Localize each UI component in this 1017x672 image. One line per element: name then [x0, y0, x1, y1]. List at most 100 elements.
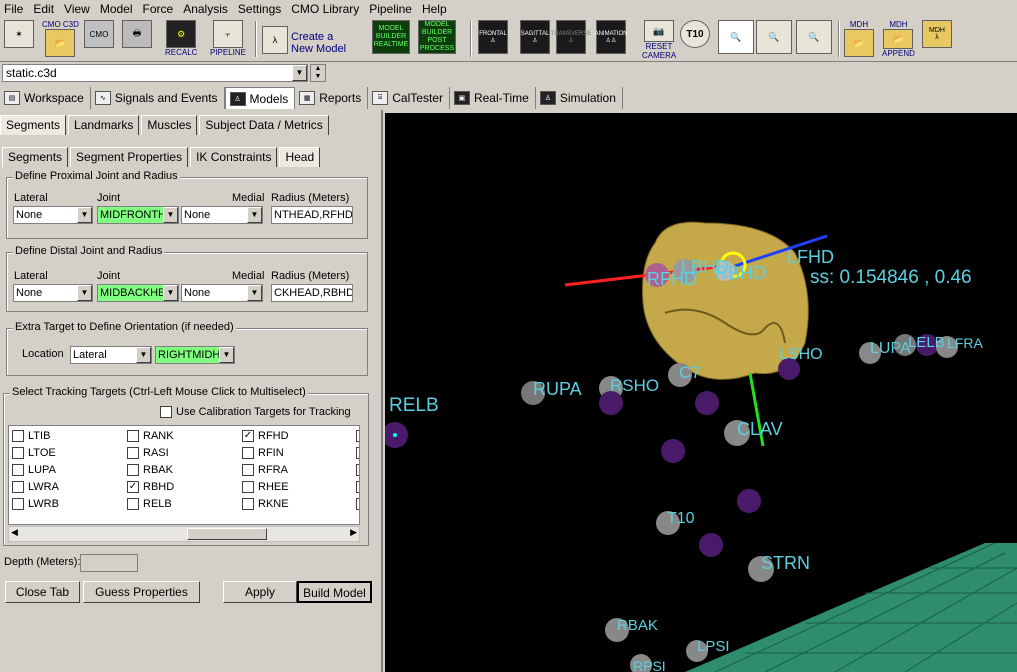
- target-ltoe[interactable]: LTOE: [12, 447, 56, 459]
- menu-help[interactable]: Help: [418, 1, 453, 17]
- menu-force[interactable]: Force: [139, 1, 180, 17]
- distal-lateral-select[interactable]: None ▼: [13, 284, 93, 302]
- apply-button[interactable]: Apply: [223, 581, 297, 603]
- proximal-lateral-select[interactable]: None ▼: [13, 206, 93, 224]
- scroll-thumb[interactable]: [187, 528, 267, 540]
- use-calibration-checkbox[interactable]: Use Calibration Targets for Tracking: [160, 406, 351, 418]
- sagittal-view-button[interactable]: SAGITTAL ♙: [520, 20, 550, 60]
- menu-analysis[interactable]: Analysis: [179, 1, 234, 17]
- frontal-view-button[interactable]: FRONTAL ♙: [478, 20, 508, 60]
- chevron-down-icon[interactable]: ▼: [247, 207, 262, 223]
- new-button[interactable]: ✶: [4, 20, 34, 60]
- target-rasi[interactable]: RASI: [127, 447, 169, 459]
- 3d-viewport[interactable]: RELB RUPA RSHO C7 CLAV LSHO LUPA LELB LF…: [385, 113, 1017, 672]
- tab-signals-events[interactable]: ∿ Signals and Events: [91, 87, 225, 109]
- label-lelb: LELB: [908, 334, 945, 351]
- menu-view[interactable]: View: [60, 1, 96, 17]
- mdh-button[interactable]: MDH 📂: [844, 20, 874, 60]
- top-tabs: Segments Landmarks Muscles Subject Data …: [0, 115, 331, 135]
- target-rkne[interactable]: RKNE: [242, 498, 289, 510]
- arrow-right-icon[interactable]: ▶: [350, 527, 357, 538]
- tab-landmarks[interactable]: Landmarks: [68, 115, 140, 135]
- chevron-down-icon[interactable]: ▼: [163, 207, 178, 223]
- target-lwrb[interactable]: LWRB: [12, 498, 59, 510]
- reset-camera-button[interactable]: 📷 RESET CAMERA: [642, 20, 676, 60]
- target-list-scrollbar[interactable]: ◀ ▶: [8, 526, 360, 542]
- menu-edit[interactable]: Edit: [29, 1, 60, 17]
- file-select[interactable]: static.c3d ▼: [2, 64, 308, 82]
- menu-file[interactable]: File: [0, 1, 29, 17]
- chevron-down-icon[interactable]: ▼: [292, 65, 307, 81]
- zoom-figure-button[interactable]: 🔍: [796, 20, 832, 60]
- chevron-down-icon[interactable]: ▼: [247, 285, 262, 301]
- print-button[interactable]: 🖶: [122, 20, 152, 60]
- target-rbhd[interactable]: ✓ RBHD: [127, 481, 174, 493]
- model-builder-post-button[interactable]: MODEL BUILDER POST PROCESS: [418, 20, 456, 60]
- tab-workspace[interactable]: ▤ Workspace: [0, 87, 91, 109]
- proximal-radius-input[interactable]: NTHEAD,RFHD): [271, 206, 353, 224]
- menu-model[interactable]: Model: [96, 1, 139, 17]
- location-select[interactable]: Lateral ▼: [70, 346, 152, 364]
- target-relb[interactable]: RELB: [127, 498, 172, 510]
- target-rank[interactable]: RANK: [127, 430, 174, 442]
- menu-pipeline[interactable]: Pipeline: [365, 1, 418, 17]
- chevron-down-icon[interactable]: ▼: [77, 285, 92, 301]
- target-lupa[interactable]: LUPA: [12, 464, 56, 476]
- chevron-down-icon[interactable]: ▼: [163, 285, 178, 301]
- animation-button[interactable]: ANIMATION ♙♙: [595, 20, 627, 60]
- tab-subject-data[interactable]: Subject Data / Metrics: [199, 115, 329, 135]
- tab-models[interactable]: ♙ Models: [224, 87, 296, 109]
- spin-buttons[interactable]: ▲ ▼: [310, 64, 326, 82]
- pipeline-button[interactable]: ⫟ PIPELINE: [210, 20, 246, 60]
- subtab-ik-constraints[interactable]: IK Constraints: [190, 147, 278, 167]
- guess-properties-button[interactable]: Guess Properties: [83, 581, 200, 603]
- open-cmo-c3d-button[interactable]: CMO C3D 📂: [42, 20, 79, 60]
- subtab-segment-properties[interactable]: Segment Properties: [70, 147, 189, 167]
- target-rbak[interactable]: RBAK: [127, 464, 173, 476]
- target-lwra[interactable]: LWRA: [12, 481, 59, 493]
- target-rfin[interactable]: RFIN: [242, 447, 284, 459]
- arrow-left-icon[interactable]: ◀: [11, 527, 18, 538]
- mdh-append-button[interactable]: MDH 📂 APPEND: [882, 20, 915, 60]
- label-clav: CLAV: [737, 419, 783, 439]
- subtab-segments[interactable]: Segments: [2, 147, 69, 167]
- proximal-medial-select[interactable]: None ▼: [181, 206, 263, 224]
- target-rfra[interactable]: RFRA: [242, 464, 288, 476]
- proximal-joint-select[interactable]: MIDFRONTH ▼: [97, 206, 179, 224]
- chevron-down-icon[interactable]: ▼: [136, 347, 151, 363]
- target-ltib[interactable]: LTIB: [12, 430, 50, 442]
- tab-reports[interactable]: ▦ Reports: [295, 87, 369, 109]
- depth-input[interactable]: [80, 554, 138, 572]
- distal-radius-input[interactable]: CKHEAD,RBHD): [271, 284, 353, 302]
- distal-medial-select[interactable]: None ▼: [181, 284, 263, 302]
- tab-caltester[interactable]: ⌸ CalTester: [368, 87, 450, 109]
- tab-realtime[interactable]: ▣ Real-Time: [450, 87, 536, 109]
- label-c7: C7: [679, 363, 701, 382]
- tab-segments[interactable]: Segments: [0, 115, 67, 135]
- label-rpsi: RPSI: [633, 658, 666, 672]
- chevron-down-icon[interactable]: ▼: [77, 207, 92, 223]
- menu-settings[interactable]: Settings: [234, 1, 287, 17]
- save-cmo-button[interactable]: CMO: [84, 20, 114, 60]
- create-model-button[interactable]: λ Create a New Model: [262, 20, 346, 60]
- build-model-button[interactable]: Build Model: [297, 581, 372, 603]
- zoom-segment-button[interactable]: 🔍: [718, 20, 754, 60]
- recalc-button[interactable]: ⚙ RECALC: [165, 20, 197, 60]
- distal-joint-select[interactable]: MIDBACKHE ▼: [97, 284, 179, 302]
- model-builder-realtime-button[interactable]: MODEL BUILDER REALTIME: [372, 20, 410, 60]
- mdh-save-button[interactable]: MDH λ: [922, 20, 952, 60]
- extra-target-select[interactable]: RIGHTMIDH ▼: [155, 346, 235, 364]
- menu-cmo-library[interactable]: CMO Library: [287, 1, 365, 17]
- label-rbak: RBAK: [617, 617, 658, 634]
- subtab-head[interactable]: Head: [279, 147, 321, 167]
- tab-muscles[interactable]: Muscles: [141, 115, 198, 135]
- transverse-view-button[interactable]: TRANSVERSE ♙: [551, 20, 591, 60]
- target-rhee[interactable]: RHEE: [242, 481, 289, 493]
- tab-simulation[interactable]: ♙ Simulation: [536, 87, 623, 109]
- chevron-down-icon[interactable]: ▼: [219, 347, 234, 363]
- zoom-view-button[interactable]: 🔍: [756, 20, 792, 60]
- target-rfhd[interactable]: ✓ RFHD: [242, 430, 289, 442]
- close-tab-button[interactable]: Close Tab: [5, 581, 80, 603]
- t10-button[interactable]: T10: [680, 20, 710, 60]
- model-icon: λ: [262, 26, 288, 54]
